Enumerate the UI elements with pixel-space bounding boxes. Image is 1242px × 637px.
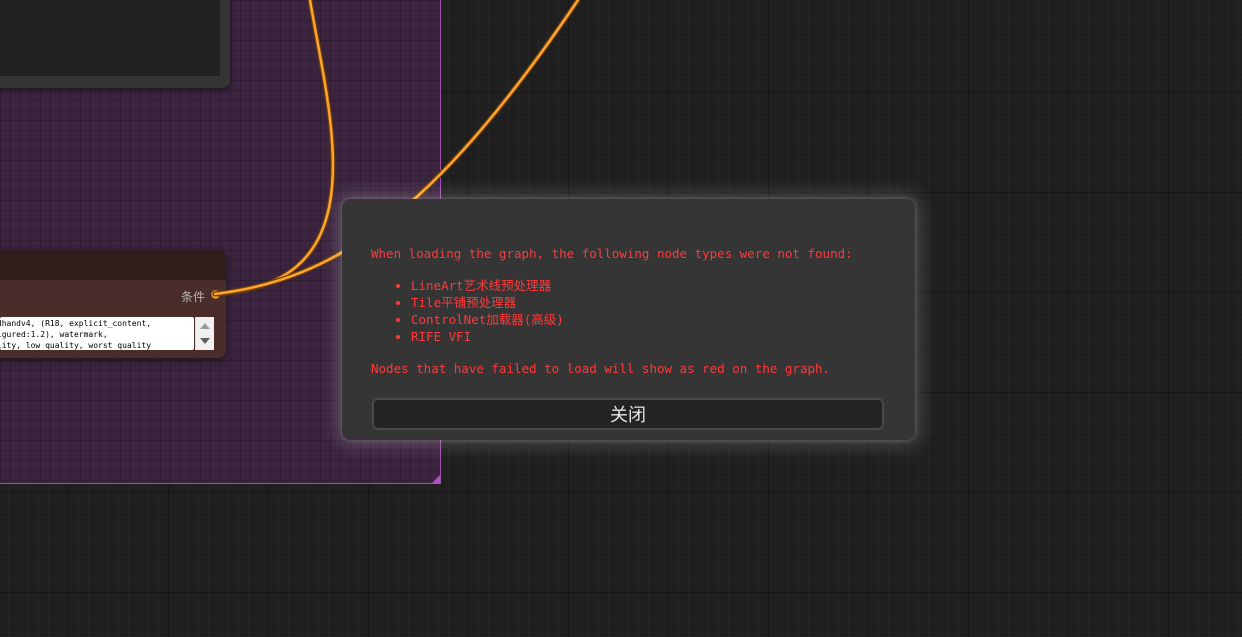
close-button[interactable]: 关闭: [372, 398, 884, 430]
dialog-footer-note: Nodes that have failed to load will show…: [371, 361, 831, 376]
link-wire-1-core: [213, 0, 335, 296]
missing-node-item: Tile平铺预处理器: [395, 294, 564, 311]
missing-node-item: ControlNet加载器(高级): [395, 311, 564, 328]
dialog-message: When loading the graph, the following no…: [371, 246, 853, 261]
link-wire-1: [212, 0, 336, 297]
missing-node-item: LineArt艺术线预处理器: [395, 277, 564, 294]
missing-nodes-dialog: When loading the graph, the following no…: [342, 199, 915, 440]
missing-node-item: RIFE VFI: [395, 328, 564, 345]
missing-node-list: LineArt艺术线预处理器 Tile平铺预处理器 ControlNet加载器(…: [395, 277, 564, 345]
